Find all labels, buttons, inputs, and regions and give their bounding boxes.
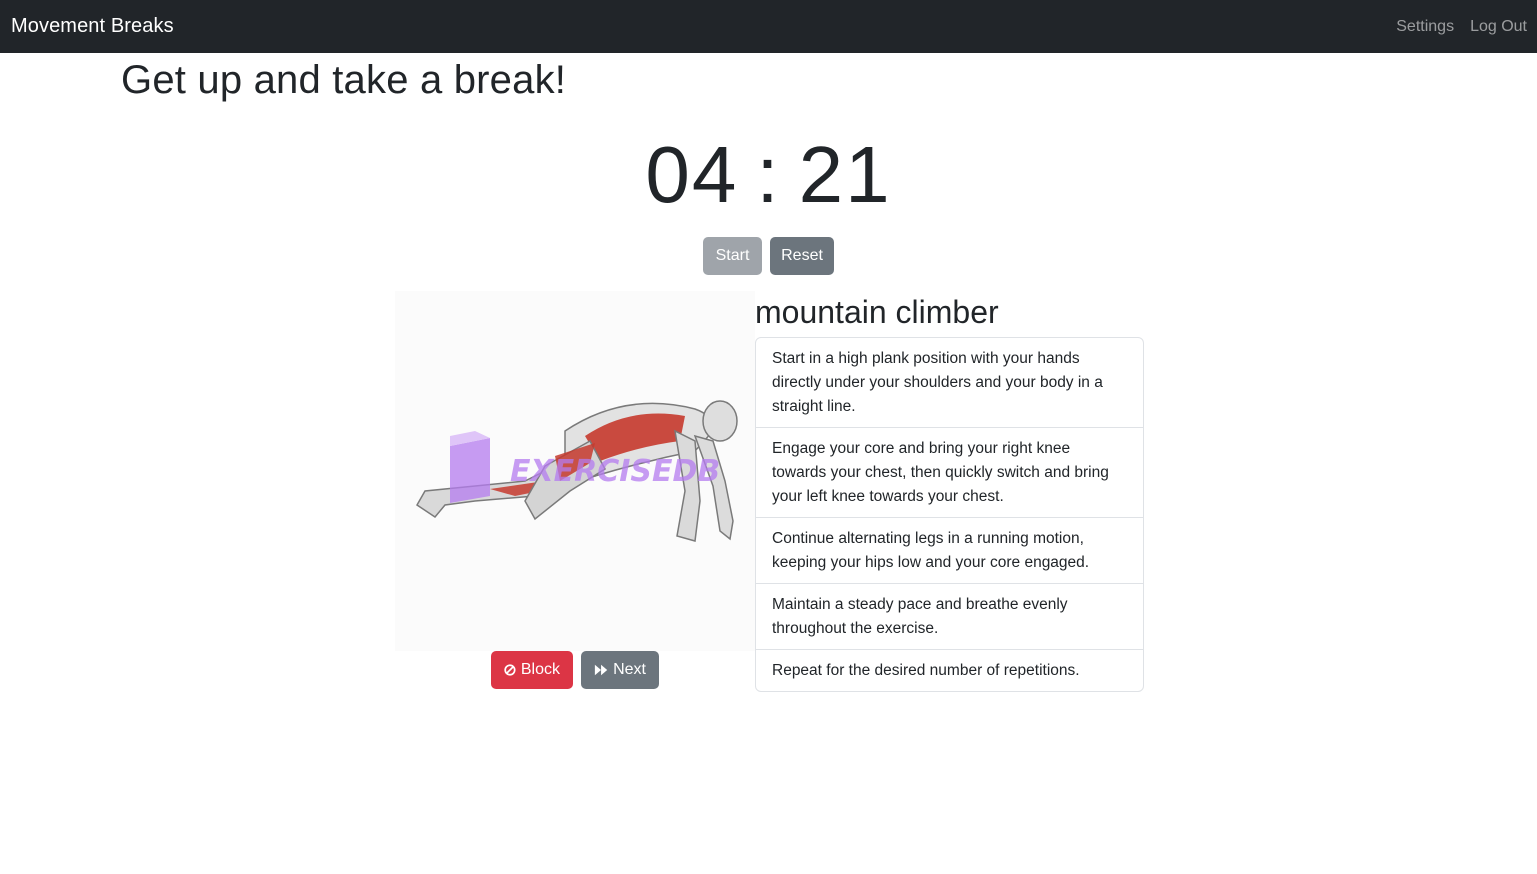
- instruction-list: Start in a high plank position with your…: [755, 337, 1144, 692]
- timer-controls: Start Reset: [0, 237, 1537, 275]
- image-watermark-text: EXERCISEDB: [510, 454, 720, 489]
- countdown-timer: 04:21: [0, 128, 1537, 222]
- reset-button[interactable]: Reset: [770, 237, 834, 275]
- nav-link-log-out[interactable]: Log Out: [1470, 18, 1527, 36]
- top-navbar: Movement Breaks Settings Log Out: [0, 0, 1537, 53]
- timer-minutes: 04: [645, 130, 739, 219]
- instruction-step: Maintain a steady pace and breathe evenl…: [756, 583, 1143, 649]
- mountain-climber-illustration: EXERCISEDB: [416, 400, 738, 542]
- exercise-actions: Block Next: [491, 651, 659, 689]
- timer-separator: :: [756, 130, 781, 219]
- ban-icon: [504, 664, 516, 676]
- block-button-label: Block: [520, 661, 560, 678]
- start-button[interactable]: Start: [703, 237, 762, 275]
- next-button[interactable]: Next: [581, 651, 659, 689]
- nav-link-settings[interactable]: Settings: [1396, 18, 1454, 36]
- page-title: Get up and take a break!: [121, 58, 567, 102]
- exercise-name: mountain climber: [755, 294, 999, 330]
- navbar-links: Settings Log Out: [1396, 18, 1527, 36]
- instruction-step: Continue alternating legs in a running m…: [756, 517, 1143, 583]
- instruction-step: Repeat for the desired number of repetit…: [756, 649, 1143, 691]
- navbar-brand[interactable]: Movement Breaks: [11, 15, 174, 38]
- exercise-image: EXERCISEDB: [395, 291, 755, 651]
- block-button[interactable]: Block: [491, 651, 573, 689]
- instruction-step: Engage your core and bring your right kn…: [756, 427, 1143, 517]
- instruction-step: Start in a high plank position with your…: [772, 350, 1103, 415]
- fast-forward-icon: [594, 664, 608, 676]
- next-button-label: Next: [613, 661, 646, 678]
- timer-seconds: 21: [798, 130, 892, 219]
